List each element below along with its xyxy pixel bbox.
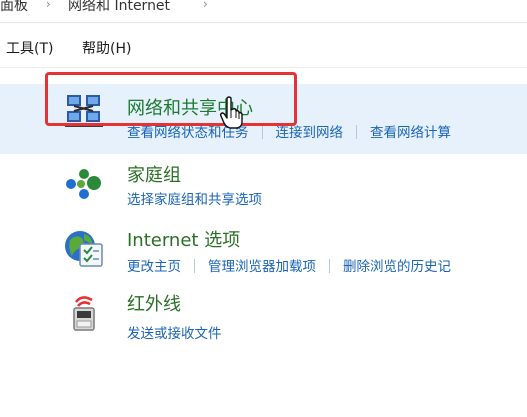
breadcrumb-item-control-panel[interactable]: 面板 xyxy=(0,0,28,15)
link-send-receive-files[interactable]: 发送或接收文件 xyxy=(127,326,222,342)
link-delete-history[interactable]: 删除浏览的历史记 xyxy=(343,259,451,275)
link-separator xyxy=(356,125,357,139)
category-title-internet-options[interactable]: Internet 选项 xyxy=(127,226,240,252)
homegroup-icon xyxy=(66,169,101,199)
link-connect-to-network[interactable]: 连接到网络 xyxy=(276,125,344,141)
address-bar[interactable]: 面板 › 网络和 Internet › xyxy=(0,0,527,23)
link-homegroup-sharing-options[interactable]: 选择家庭组和共享选项 xyxy=(127,192,262,208)
menu-tools[interactable]: 工具(T) xyxy=(4,37,55,59)
hand-cursor-icon xyxy=(219,96,243,129)
chevron-right-icon: › xyxy=(46,0,51,11)
infrared-icon xyxy=(73,296,95,331)
link-separator xyxy=(329,259,330,273)
category-title-infrared[interactable]: 红外线 xyxy=(127,290,181,316)
menu-help[interactable]: 帮助(H) xyxy=(80,37,133,59)
link-view-network-computers[interactable]: 查看网络计算 xyxy=(370,125,451,141)
link-separator xyxy=(261,125,263,139)
category-title-homegroup[interactable]: 家庭组 xyxy=(127,161,181,187)
menu-bar: 工具(T) 帮助(H) xyxy=(0,23,527,68)
breadcrumb-item-network-internet[interactable]: 网络和 Internet xyxy=(68,0,170,15)
link-manage-addons[interactable]: 管理浏览器加载项 xyxy=(208,259,316,275)
chevron-right-icon: › xyxy=(203,0,208,11)
highlight-annotation xyxy=(45,72,297,126)
link-change-homepage[interactable]: 更改主页 xyxy=(127,259,181,275)
internet-options-icon xyxy=(65,231,103,267)
link-separator xyxy=(194,259,195,273)
category-links-infrared: 发送或接收文件 xyxy=(127,322,222,342)
category-links-homegroup: 选择家庭组和共享选项 xyxy=(127,188,262,208)
category-links-internet-options: 更改主页 管理浏览器加载项 删除浏览的历史记 xyxy=(127,255,451,275)
